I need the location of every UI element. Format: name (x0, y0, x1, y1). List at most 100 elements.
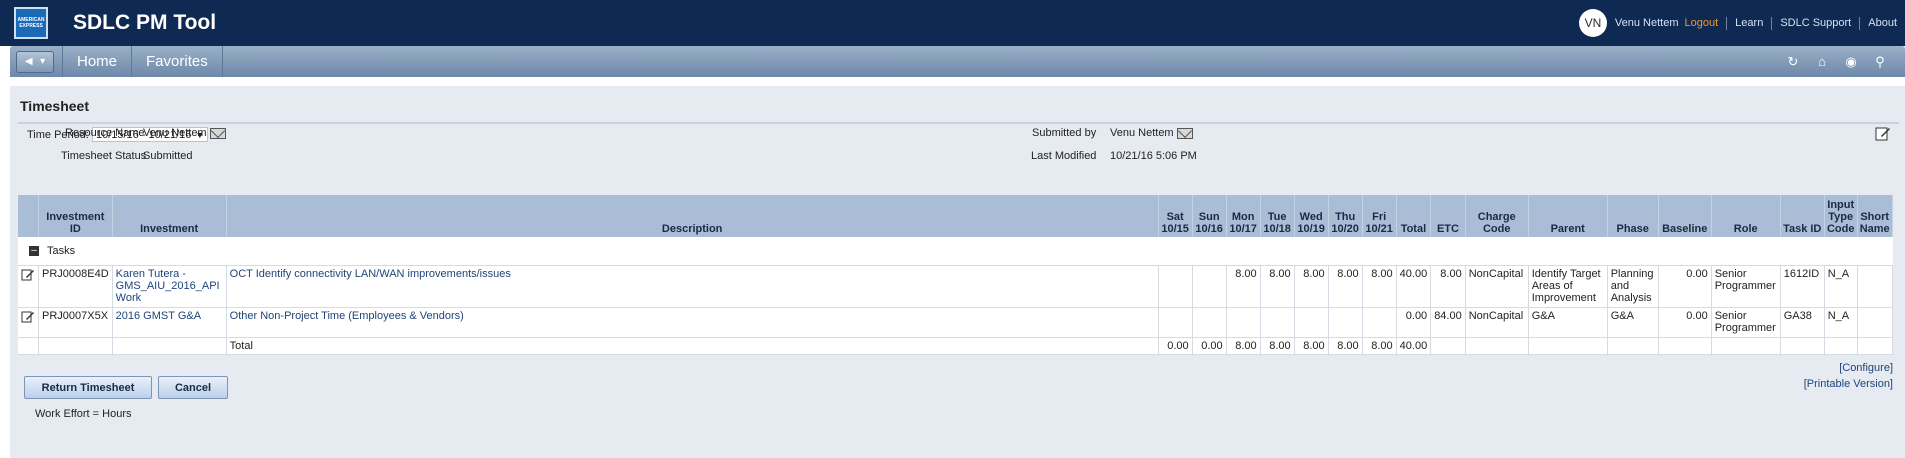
column-header-short-name[interactable]: Short Name (1857, 195, 1893, 237)
edit-icon[interactable] (21, 310, 35, 323)
table-row: PRJ0007X5X 2016 GMST G&A Other Non-Proje… (18, 307, 1893, 338)
phase-cell: G&A (1607, 307, 1659, 338)
tab-home[interactable]: Home (62, 46, 133, 77)
mon-cell[interactable]: 8.00 (1226, 265, 1261, 308)
submitted-by-value: Venu Nettem (1110, 127, 1193, 139)
total-cell: 40.00 (1396, 265, 1432, 308)
total-spacer (1824, 337, 1858, 355)
fri-cell[interactable] (1362, 307, 1397, 338)
sdlc-support-link[interactable]: SDLC Support (1780, 17, 1851, 29)
investment-link[interactable]: Karen Tutera - GMS_AIU_2016_API Work (112, 265, 227, 308)
column-header-sat[interactable]: Sat 10/15 (1158, 195, 1193, 237)
divider (1859, 16, 1861, 30)
sat-cell[interactable] (1158, 307, 1193, 338)
last-modified-label: Last Modified (1031, 150, 1097, 162)
investment-id-cell: PRJ0007X5X (38, 307, 113, 338)
chevron-down-icon: ▾ (40, 56, 46, 67)
column-header-task-id[interactable]: Task ID (1780, 195, 1825, 237)
parent-cell: Identify Target Areas of Improvement (1528, 265, 1608, 308)
user-avatar[interactable]: VN (1578, 9, 1607, 37)
sun-cell[interactable] (1192, 265, 1227, 308)
column-header-parent[interactable]: Parent (1528, 195, 1608, 237)
configure-link[interactable]: [Configure] (1804, 360, 1893, 376)
grid-header-row: Investment ID Investment Description Sat… (18, 195, 1893, 237)
role-cell: Senior Programmer (1711, 307, 1781, 338)
total-spacer (112, 337, 227, 355)
tue-cell[interactable]: 8.00 (1260, 265, 1295, 308)
total-spacer (38, 337, 113, 355)
about-link[interactable]: About (1868, 17, 1897, 29)
column-header-wed[interactable]: Wed 10/19 (1294, 195, 1329, 237)
printable-version-link[interactable]: [Printable Version] (1804, 376, 1893, 392)
tue-cell[interactable] (1260, 307, 1295, 338)
etc-cell[interactable]: 84.00 (1430, 307, 1466, 338)
column-header-etc[interactable]: ETC (1430, 195, 1466, 237)
mon-cell[interactable] (1226, 307, 1261, 338)
sat-cell[interactable] (1158, 265, 1193, 308)
user-links: VN Venu Nettem Logout Learn SDLC Support… (1578, 0, 1905, 46)
description-link[interactable]: Other Non-Project Time (Employees & Vend… (226, 307, 1159, 338)
resource-name-label: Resource Name (65, 127, 145, 139)
total-spacer (1780, 337, 1825, 355)
column-header-tue[interactable]: Tue 10/18 (1260, 195, 1295, 237)
column-header-thu[interactable]: Thu 10/20 (1328, 195, 1363, 237)
mail-icon[interactable] (1176, 127, 1193, 139)
refresh-icon[interactable]: ↻ (1784, 53, 1802, 71)
column-header-charge-code[interactable]: Charge Code (1465, 195, 1529, 237)
thu-cell[interactable] (1328, 307, 1363, 338)
column-header-fri[interactable]: Fri 10/21 (1362, 195, 1397, 237)
top-bar: AMERICAN EXPRESS SDLC PM Tool VN Venu Ne… (0, 0, 1905, 46)
tab-favorites[interactable]: Favorites (132, 46, 223, 77)
row-edit-cell (18, 265, 39, 308)
user-name[interactable]: Venu Nettem (1615, 17, 1679, 29)
description-link[interactable]: OCT Identify connectivity LAN/WAN improv… (226, 265, 1159, 308)
edit-icon[interactable] (21, 268, 35, 281)
cancel-button[interactable]: Cancel (158, 376, 228, 399)
favorites-icon[interactable]: ◉ (1842, 53, 1860, 71)
wed-total: 8.00 (1294, 337, 1329, 355)
back-arrow-icon: ◀ (24, 56, 33, 67)
edit-icon[interactable] (1875, 126, 1891, 141)
learn-link[interactable]: Learn (1735, 17, 1763, 29)
thu-cell[interactable]: 8.00 (1328, 265, 1363, 308)
column-header-sun[interactable]: Sun 10/16 (1192, 195, 1227, 237)
wed-cell[interactable]: 8.00 (1294, 265, 1329, 308)
amex-logo[interactable]: AMERICAN EXPRESS (14, 7, 48, 39)
phase-cell: Planning and Analysis (1607, 265, 1659, 308)
column-header-input-type-code[interactable]: Input Type Code (1824, 195, 1858, 237)
investment-id-cell: PRJ0008E4D (38, 265, 113, 308)
role-cell: Senior Programmer (1711, 265, 1781, 308)
fri-cell[interactable]: 8.00 (1362, 265, 1397, 308)
home-icon[interactable]: ⌂ (1813, 53, 1831, 71)
column-header-baseline[interactable]: Baseline (1658, 195, 1712, 237)
column-header-select (18, 195, 39, 237)
column-header-investment[interactable]: Investment (112, 195, 227, 237)
logout-link[interactable]: Logout (1685, 17, 1719, 29)
column-header-phase[interactable]: Phase (1607, 195, 1659, 237)
charge-code-cell: NonCapital (1465, 265, 1529, 308)
back-button[interactable]: ◀ ▾ (16, 50, 54, 73)
search-icon[interactable]: ⚲ (1871, 53, 1889, 71)
total-spacer (1430, 337, 1466, 355)
return-timesheet-button[interactable]: Return Timesheet (24, 376, 152, 399)
column-header-total[interactable]: Total (1396, 195, 1432, 237)
short-name-cell (1857, 265, 1893, 308)
collapse-icon[interactable]: – (29, 245, 39, 256)
parent-cell: G&A (1528, 307, 1608, 338)
sun-cell[interactable] (1192, 307, 1227, 338)
app-title: SDLC PM Tool (73, 11, 217, 34)
total-spacer (1857, 337, 1893, 355)
thu-total: 8.00 (1328, 337, 1363, 355)
group-row-tasks: – Tasks (18, 237, 1893, 266)
column-header-role[interactable]: Role (1711, 195, 1781, 237)
sun-total: 0.00 (1192, 337, 1227, 355)
wed-cell[interactable] (1294, 307, 1329, 338)
table-row: PRJ0008E4D Karen Tutera - GMS_AIU_2016_A… (18, 265, 1893, 308)
column-header-investment-id[interactable]: Investment ID (38, 195, 113, 237)
investment-link[interactable]: 2016 GMST G&A (112, 307, 227, 338)
column-header-mon[interactable]: Mon 10/17 (1226, 195, 1261, 237)
title-divider (18, 122, 1899, 124)
mail-icon[interactable] (209, 127, 226, 139)
column-header-description[interactable]: Description (226, 195, 1159, 237)
etc-cell[interactable]: 8.00 (1430, 265, 1466, 308)
